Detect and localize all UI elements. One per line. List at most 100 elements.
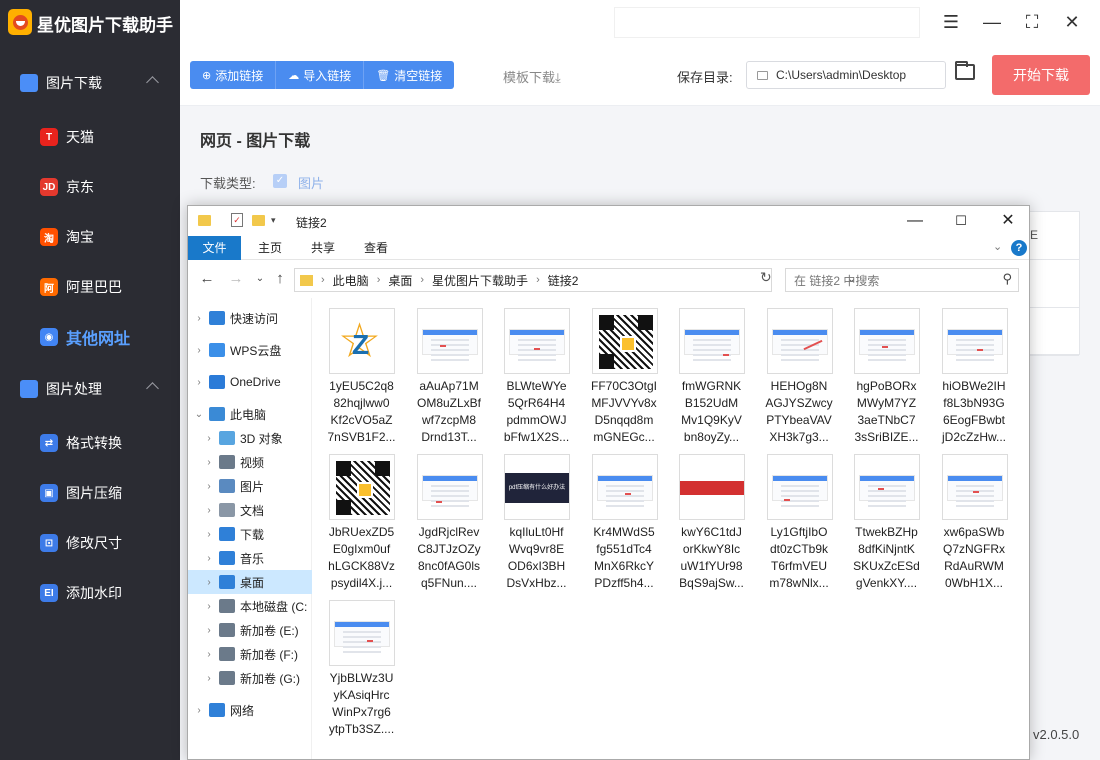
file-item[interactable]: FF70C3OtgI MFJVVYv8x D5nqqd8m mGNEGc... [581,306,668,452]
start-download-button[interactable]: 开始下载 [992,55,1090,95]
expand-arrow-icon[interactable]: › [204,505,214,516]
file-item[interactable]: YjbBLWz3U yKAsiqHrc WinPx7rg6 ytpTb3SZ..… [318,598,405,744]
expand-arrow-icon[interactable]: › [204,529,214,540]
nav-pane-item[interactable]: › 桌面 [188,570,312,594]
file-item[interactable]: Ly1GftjIbO dt0zCTb9k T6rfmVEU m78wNlx... [756,452,843,598]
sidebar-item[interactable]: EI 添加水印 [0,573,180,613]
template-download-link[interactable]: 模板下载⤓ [503,67,561,86]
explorer-title-bar: ✓ ▾ 链接2 — ☐ ✕ [188,206,1029,236]
sidebar-item[interactable]: ▣ 图片压缩 [0,473,180,513]
image-type-checkbox[interactable]: ✓ [273,174,287,188]
file-item[interactable]: fmWGRNK B152UdM Mv1Q9KyV bn8oyZy... [668,306,755,452]
nav-pane-item[interactable]: › 本地磁盘 (C: [188,594,312,618]
file-item[interactable]: hgPoBORx MWyM7YZ 3aeTNbC7 3sSriBIZE... [843,306,930,452]
open-folder-icon[interactable] [955,61,975,80]
file-item[interactable]: HEHOg8N AGJYSZwcy PTYbeaVAV XH3k7g3... [756,306,843,452]
nav-pane-item[interactable]: › 图片 [188,474,312,498]
import-link-button[interactable]: ☁ 导入链接 [276,61,365,89]
tab-file[interactable]: 文件 [188,236,241,260]
expand-arrow-icon[interactable]: › [204,673,214,684]
search-input[interactable]: 在 链接2 中搜索 ⚲ [785,268,1019,292]
sidebar-item[interactable]: 淘淘宝 [0,217,180,257]
properties-icon[interactable]: ✓ [231,213,243,227]
tab-view[interactable]: 查看 [351,236,401,260]
recent-locations-icon[interactable]: ⌄ [252,273,268,284]
breadcrumb-item[interactable]: 此电脑 [333,272,369,289]
sidebar-item[interactable]: ⇄ 格式转换 [0,423,180,463]
add-link-button[interactable]: ⊕ 添加链接 [190,61,277,89]
nav-pane-item[interactable]: › 快速访问 [188,306,312,330]
minimize-icon[interactable]: — [905,210,925,232]
sidebar-item[interactable]: ◉ 其他网址 [0,317,180,357]
expand-arrow-icon[interactable]: › [194,313,204,324]
section-image-download[interactable]: 图片下载 [0,65,180,101]
minimize-icon[interactable]: — [981,10,1003,34]
expand-arrow-icon[interactable]: › [204,577,214,588]
help-icon[interactable]: ? [1011,240,1027,256]
up-arrow-icon[interactable]: ↑ [272,270,288,287]
back-arrow-icon[interactable]: ← [199,270,215,287]
sidebar-item[interactable]: T 天猫 [0,117,180,157]
nav-pane-item[interactable]: › 网络 [188,698,312,722]
file-item[interactable]: aAuAp71M OM8uZLxBf wf7zcpM8 Drnd13T... [406,306,493,452]
expand-arrow-icon[interactable]: › [194,345,204,356]
nav-pane-item[interactable]: › 下载 [188,522,312,546]
nav-pane-item[interactable]: › 视频 [188,450,312,474]
chevron-up-icon[interactable] [146,76,159,89]
file-item[interactable]: BLWteWYe 5QrR64H4 pdmmOWJ bFfw1X2S... [493,306,580,452]
expand-arrow-icon[interactable]: › [204,457,214,468]
breadcrumb-item[interactable]: 桌面 [388,272,412,289]
file-item[interactable]: hiOBWe2IH f8L3bN93G 6EogFBwbt jD2cZzHw..… [931,306,1018,452]
nav-pane-item[interactable]: › OneDrive [188,370,312,394]
sidebar-item-icon: ◉ [40,328,58,346]
nav-pane-item[interactable]: › 音乐 [188,546,312,570]
file-item[interactable]: JbRUexZD5 E0gIxm0uf hLGCK88Vz psydil4X.j… [318,452,405,598]
expand-arrow-icon[interactable]: › [204,433,214,444]
breadcrumb-item[interactable]: 星优图片下载助手 [432,272,528,289]
nav-pane-item[interactable]: › WPS云盘 [188,338,312,362]
file-item[interactable]: xw6paSWb Q7zNGFRx RdAuRWM 0WbH1X... [931,452,1018,598]
close-icon[interactable]: ✕ [1061,10,1083,34]
settings-icon[interactable]: ☰ [940,10,962,34]
nav-pane-item[interactable]: › 新加卷 (E:) [188,618,312,642]
nav-pane-item[interactable]: › 文档 [188,498,312,522]
new-folder-icon[interactable] [252,215,265,226]
file-item[interactable]: kwY6C1tdJ orKkwY8Ic uW1fYUr98 BqS9ajSw..… [668,452,755,598]
nav-pane-item[interactable]: ⌄ 此电脑 [188,402,312,426]
clear-link-button[interactable]: 🗑 清空链接 [364,61,455,89]
quick-access-dropdown-icon[interactable]: ▾ [271,215,276,226]
chevron-down-icon[interactable]: ⌄ [993,240,1002,253]
expand-arrow-icon[interactable]: › [204,481,214,492]
sidebar-item[interactable]: ⊡ 修改尺寸 [0,523,180,563]
expand-arrow-icon[interactable]: › [204,625,214,636]
expand-arrow-icon[interactable]: › [194,705,204,716]
save-dir-field[interactable]: C:\Users\admin\Desktop [746,61,946,89]
file-item[interactable]: TtwekBZHp 8dfKiNjntK SKUxZcESd gVenkXY..… [843,452,930,598]
refresh-icon[interactable]: ↻ [760,269,772,286]
expand-arrow-icon[interactable]: › [204,553,214,564]
maximize-icon[interactable]: ☐ [951,210,971,232]
file-item[interactable]: JgdRjclRev C8JTJzOZy 8nc0fAG0ls q5FNun..… [406,452,493,598]
address-bar[interactable]: › 此电脑 › 桌面 › 星优图片下载助手 › 链接2 ⌄ [294,268,856,292]
nav-pane-item[interactable]: › 3D 对象 [188,426,312,450]
breadcrumb-item[interactable]: 链接2 [548,272,579,289]
chevron-up-icon[interactable] [146,382,159,395]
expand-arrow-icon[interactable]: ⌄ [194,409,204,420]
expand-arrow-icon[interactable]: › [204,601,214,612]
expand-arrow-icon[interactable]: › [194,377,204,388]
tab-home[interactable]: 主页 [245,236,295,260]
expand-arrow-icon[interactable]: › [204,649,214,660]
file-item[interactable]: ☆ Z 1yEU5C2q8 82hqjlww0 Kf2cVO5aZ 7nSVB1F2… [318,306,405,452]
file-item[interactable]: pdf压缩有什么好办法 kqIluLt0Hf Wvq9vr8E OD6xI3BH … [493,452,580,598]
file-item[interactable]: Kr4MWdS5 fg551dTc4 MnX6RkcY PDzff5h4... [581,452,668,598]
sidebar-item[interactable]: 阿阿里巴巴 [0,267,180,307]
close-icon[interactable]: ✕ [998,210,1018,232]
nav-pane-item[interactable]: › 新加卷 (F:) [188,642,312,666]
tab-share[interactable]: 共享 [298,236,348,260]
sidebar-item[interactable]: JD 京东 [0,167,180,207]
title-search-area[interactable] [614,7,920,38]
nav-pane-item[interactable]: › 新加卷 (G:) [188,666,312,690]
maximize-icon[interactable]: ⛶ [1021,10,1043,34]
section-image-processing[interactable]: 图片处理 [0,371,180,407]
forward-arrow-icon[interactable]: → [228,270,244,287]
